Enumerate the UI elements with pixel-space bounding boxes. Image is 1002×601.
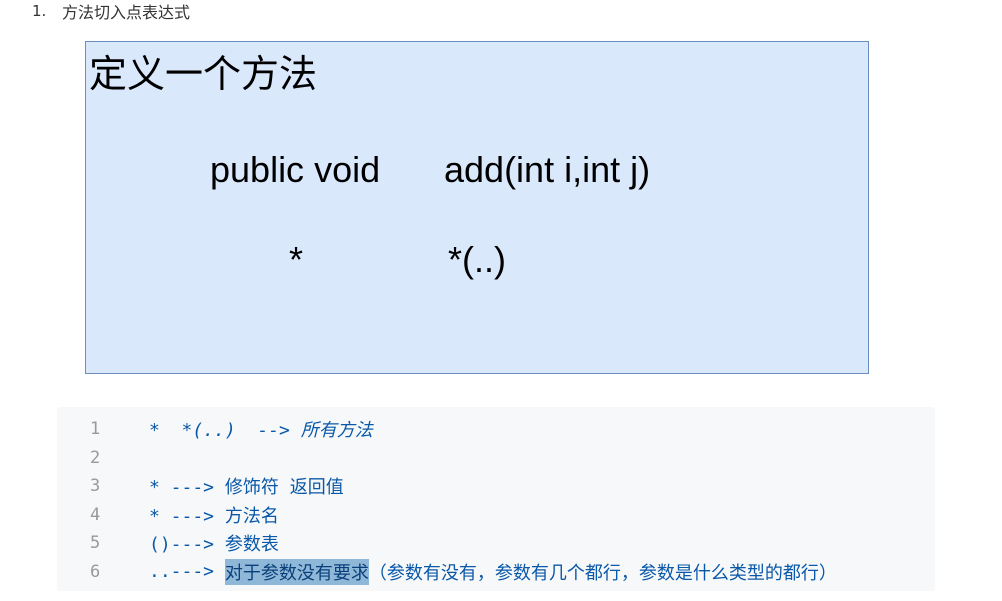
code-line: 4 * ---> 方法名 [57,501,935,530]
code-line-prefix: ..---> [149,561,225,583]
list-item-text: 方法切入点表达式 [62,3,191,22]
line-number: 6 [90,561,101,582]
code-line-text: * ---> 方法名 [149,505,279,527]
figure-title: 定义一个方法 [89,52,318,96]
code-line-text: * ---> 修饰符 返回值 [149,477,344,499]
selected-text-highlight[interactable]: 对于参数没有要求 [224,558,369,585]
code-block[interactable]: 1 * *(..) --> 所有方法 2 3 * ---> 修饰符 返回值 4 … [57,407,935,591]
code-line: 1 * *(..) --> 所有方法 [57,415,935,444]
figure-wildcard-signature: *(..) [448,239,506,280]
line-number: 1 [90,419,101,440]
list-number: 1. [32,2,47,20]
figure-wildcard-modifiers: * [289,239,304,280]
code-line: 2 [57,444,935,473]
line-number: 4 [90,504,101,525]
line-number: 3 [90,476,101,497]
code-line-rest: （参数有没有，参数有几个都行，参数是什么类型的都行） [368,562,837,584]
figure-method-modifiers: public void [210,149,381,190]
figure-method-signature: add(int i,int j) [444,149,651,190]
line-number: 5 [90,533,101,554]
code-line: 6 ..---> 对于参数没有要求 （参数有没有，参数有几个都行，参数是什么类型的… [57,558,935,587]
line-number: 2 [90,447,101,468]
code-line: 5 ()---> 参数表 [57,529,935,558]
code-line-text: * *(..) --> 所有方法 [149,420,373,442]
diagram-figure: 定义一个方法 public void add(int i,int j) * *(… [85,41,869,374]
ordered-list-item: 1. 方法切入点表达式 [32,0,190,22]
code-line: 3 * ---> 修饰符 返回值 [57,472,935,501]
code-line-text: ()---> 参数表 [149,534,279,556]
